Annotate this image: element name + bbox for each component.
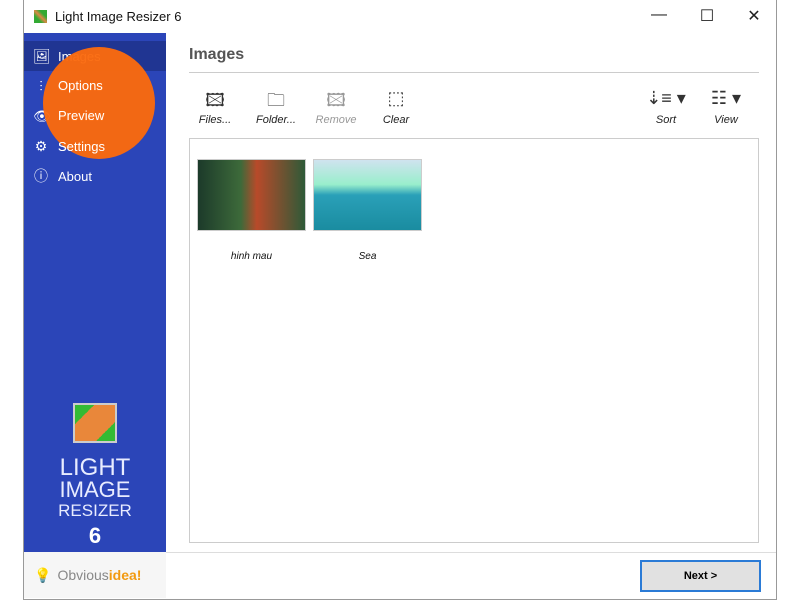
- brand-logo: LIGHT IMAGE RESIZER 6: [24, 403, 166, 549]
- title-bar: Light Image Resizer 6 — ☐ ✕: [24, 0, 776, 33]
- clear-icon: ⬚: [387, 88, 405, 108]
- sliders-icon: ⫶: [39, 77, 43, 94]
- image-list[interactable]: hinh mau Sea: [189, 138, 759, 543]
- brand-line: RESIZER: [58, 501, 132, 520]
- sidebar-item-about[interactable]: ⓘ About: [24, 161, 166, 191]
- app-window: Light Image Resizer 6 — ☐ ✕ 🖼 Images ⫶ Opt…: [23, 0, 777, 600]
- label: View: [714, 114, 738, 126]
- sort-icon: ⇣≡ ▾: [646, 88, 686, 108]
- brand-version: 6: [88, 523, 102, 548]
- image-name: Sea: [358, 251, 377, 262]
- label: Sort: [655, 114, 677, 126]
- sidebar-item-label: Images: [58, 48, 101, 64]
- divider: [189, 72, 759, 73]
- sidebar-item-label: About: [58, 168, 92, 184]
- eye-icon: 👁: [33, 107, 51, 124]
- image-name: hinh mau: [230, 251, 273, 262]
- logo-text: idea!: [108, 567, 142, 583]
- clear-button[interactable]: ⬚ Clear: [371, 88, 421, 126]
- gear-icon: ⚙: [34, 137, 48, 154]
- preview-label-overlay: Preview: [58, 108, 105, 123]
- resize-logo-icon: [73, 403, 117, 443]
- logo-text: Obvious: [57, 567, 109, 583]
- images-icon: 🖼: [33, 47, 51, 64]
- brand-line: LIGHT: [59, 454, 131, 481]
- footer-bar: Next >: [166, 552, 776, 598]
- lightbulb-icon: 💡: [34, 566, 52, 583]
- thumbnail: [313, 159, 422, 231]
- add-files-button[interactable]: 🖾 Files...: [190, 88, 240, 126]
- obviousidea-logo[interactable]: 💡 Obvious idea!: [24, 552, 166, 598]
- label: Remove: [315, 114, 357, 126]
- sidebar-item-images[interactable]: 🖼 Images: [24, 41, 166, 71]
- image-item[interactable]: Sea: [313, 159, 422, 262]
- app-logo-icon: [34, 10, 47, 23]
- image-item[interactable]: hinh mau: [197, 159, 306, 262]
- next-button[interactable]: Next >: [640, 560, 761, 592]
- label: Clear: [382, 114, 410, 126]
- window-title: Light Image Resizer 6: [55, 9, 182, 24]
- view-button[interactable]: ☷ ▾ View: [701, 88, 751, 126]
- thumbnail: [197, 159, 306, 231]
- brand-line: IMAGE: [59, 477, 131, 502]
- remove-image-icon: 🖾: [326, 90, 346, 110]
- add-folder-button[interactable]: 🗀 Folder...: [251, 88, 301, 126]
- close-button[interactable]: ✕: [739, 6, 769, 26]
- minimize-button[interactable]: —: [644, 6, 674, 24]
- add-folder-icon: 🗀: [267, 90, 285, 110]
- label: Files...: [198, 114, 232, 126]
- sort-button[interactable]: ⇣≡ ▾ Sort: [641, 88, 691, 126]
- view-icon: ☷ ▾: [710, 88, 742, 108]
- add-image-icon: 🖾: [205, 90, 225, 110]
- maximize-button[interactable]: ☐: [692, 6, 722, 26]
- main-panel: Images 🖾 Files... 🗀 Folder... 🖾 Remove ⬚ Cle…: [189, 33, 776, 552]
- page-title: Images: [189, 46, 245, 63]
- label: Folder...: [256, 114, 296, 126]
- settings-label-overlay: Settings: [58, 139, 105, 154]
- info-icon: ⓘ: [34, 168, 48, 184]
- options-label-overlay: Options: [58, 78, 103, 93]
- remove-button[interactable]: 🖾 Remove: [311, 88, 361, 126]
